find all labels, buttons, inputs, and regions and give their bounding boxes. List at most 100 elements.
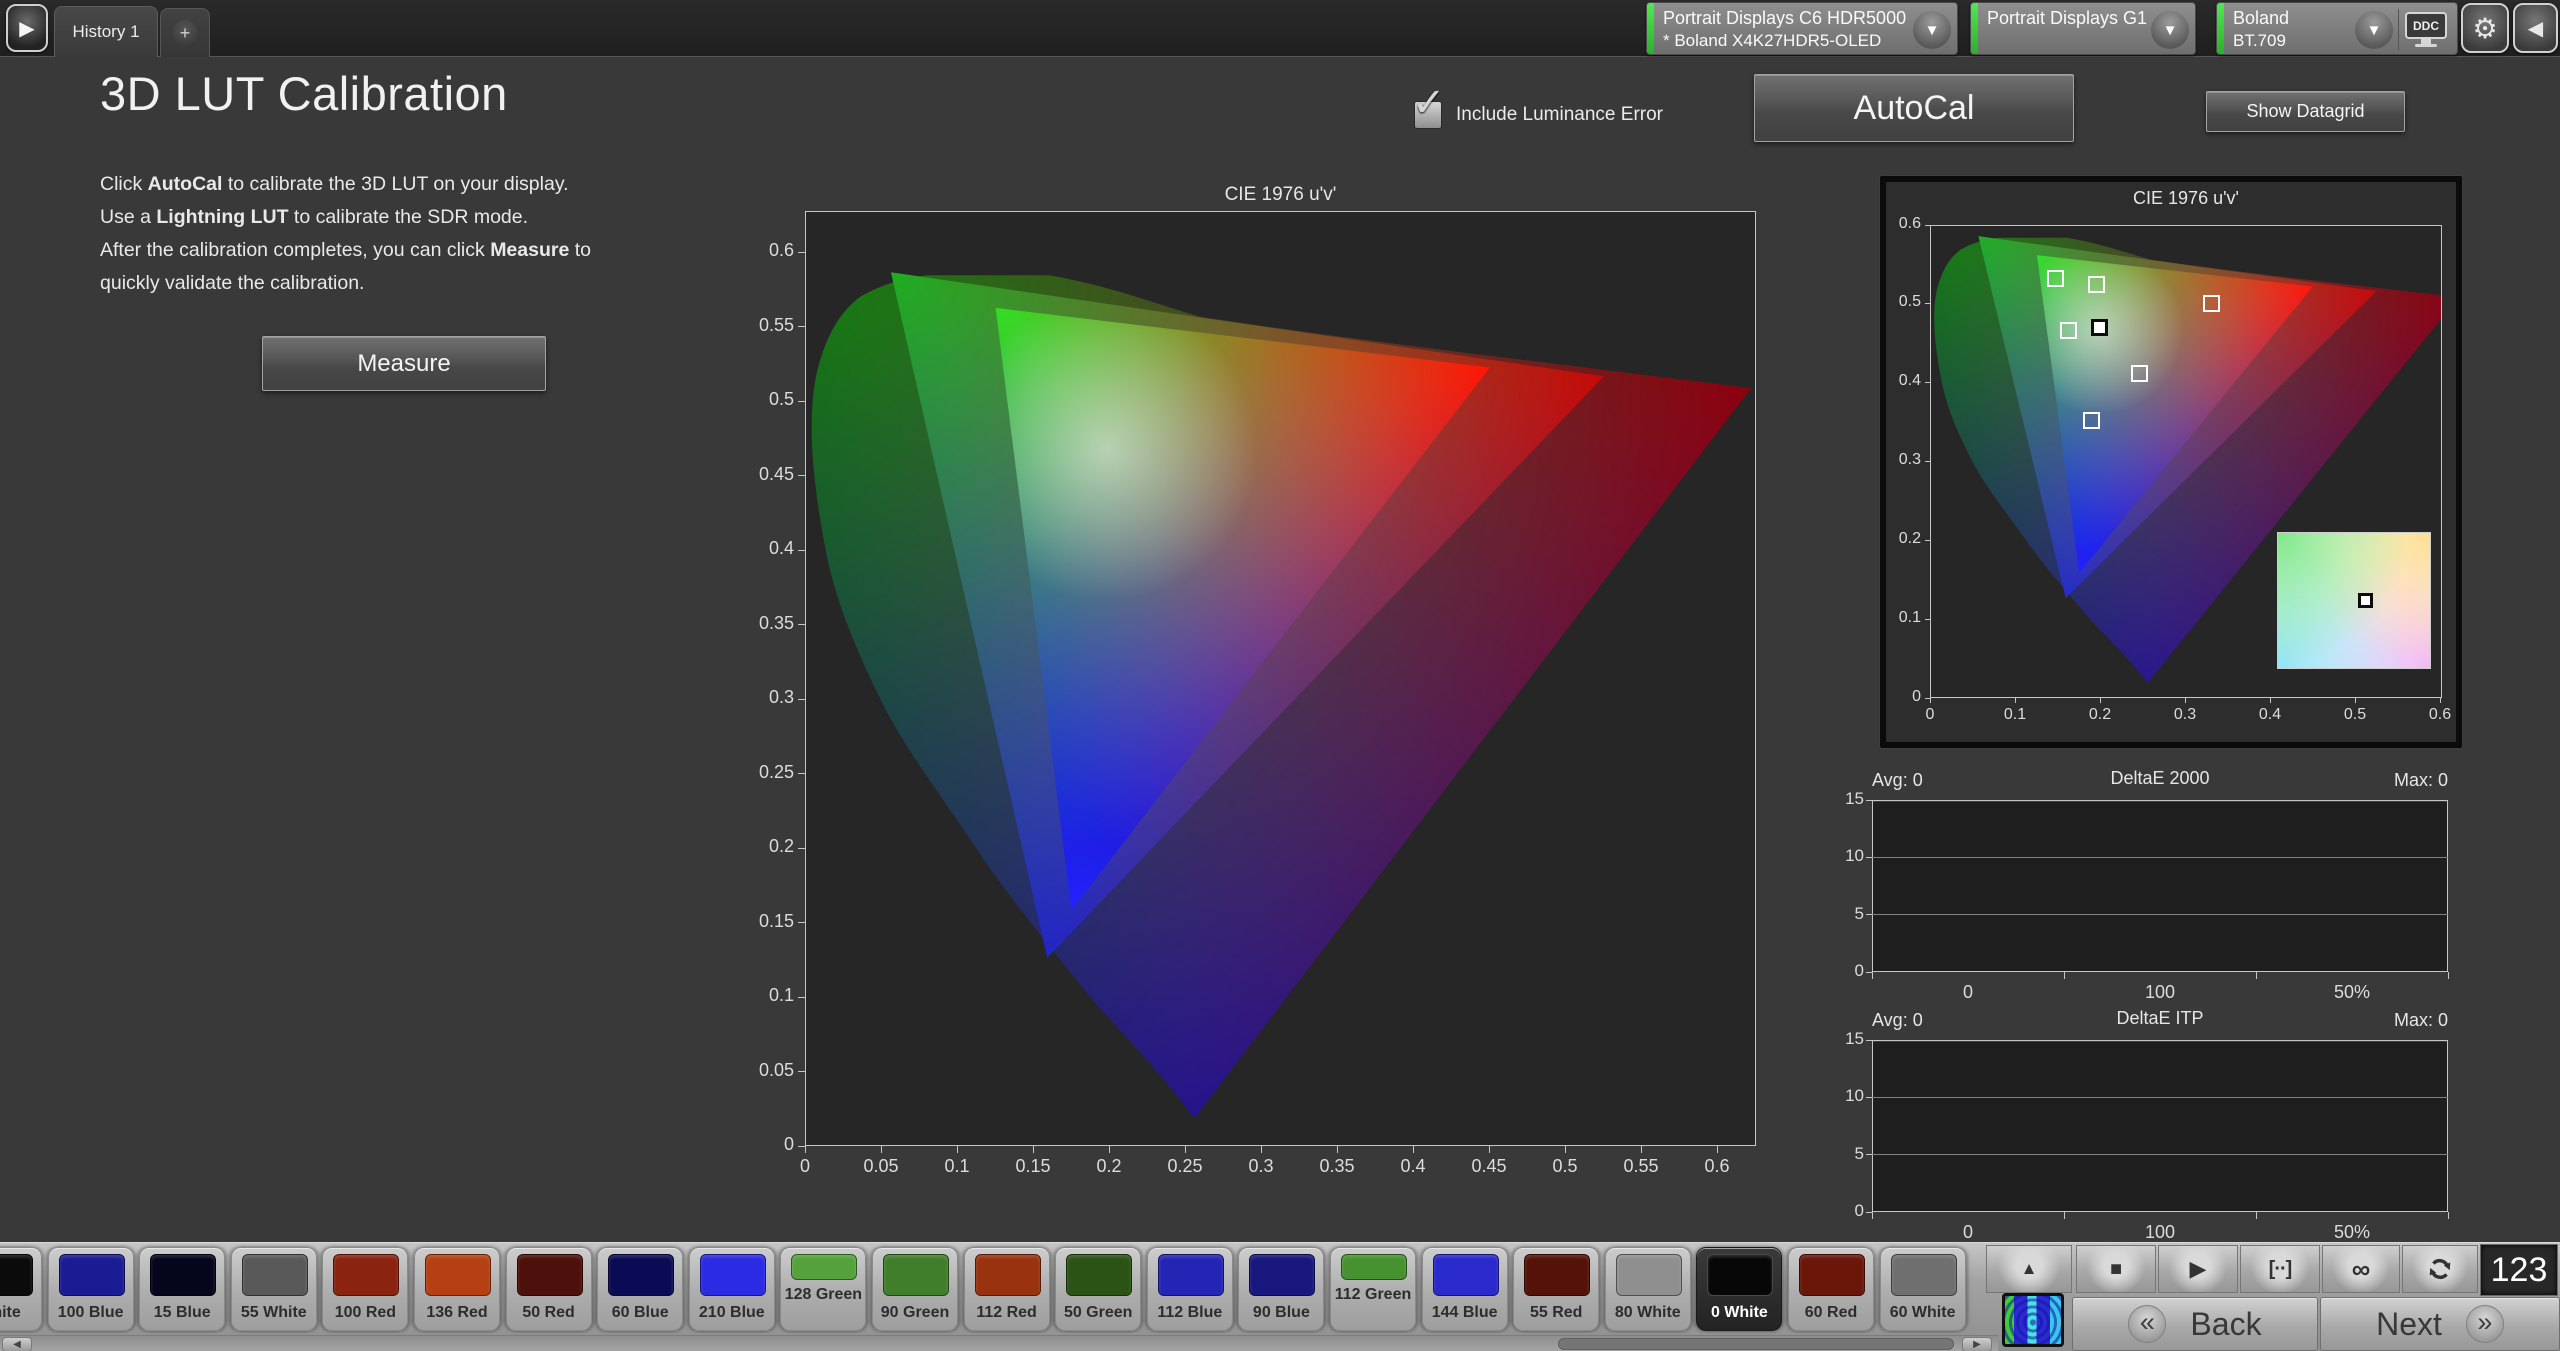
x-tick bbox=[2064, 972, 2065, 979]
color-swatch bbox=[59, 1254, 125, 1296]
color-swatch bbox=[242, 1254, 308, 1296]
y-tick-label: 0.5 bbox=[1859, 293, 1921, 311]
display-target-dropdown[interactable]: Boland BT.709 ▼ DDC bbox=[2216, 2, 2458, 55]
gridline bbox=[1872, 914, 2448, 915]
scroll-right-button[interactable]: ▶ bbox=[1962, 1337, 1992, 1351]
show-datagrid-button[interactable]: Show Datagrid bbox=[2206, 91, 2405, 132]
ddc-control-button[interactable]: DDC bbox=[2403, 12, 2449, 50]
y-tick bbox=[798, 326, 805, 327]
patch-scrollbar[interactable]: ◀ ▶ bbox=[0, 1335, 1998, 1351]
patch-button-15-blue[interactable]: 15 Blue bbox=[139, 1247, 225, 1331]
patch-button-55-white[interactable]: 55 White bbox=[231, 1247, 317, 1331]
patch-button-60-blue[interactable]: 60 Blue bbox=[597, 1247, 683, 1331]
plus-icon: + bbox=[180, 23, 191, 44]
chevron-up-icon: ▲ bbox=[2021, 1259, 2038, 1279]
x-tick-label: 50% bbox=[2312, 982, 2392, 1003]
y-tick bbox=[798, 624, 805, 625]
patch-button-112-blue[interactable]: 112 Blue bbox=[1147, 1247, 1233, 1331]
expand-pattern-button[interactable]: ▲ bbox=[1986, 1245, 2072, 1293]
gridline bbox=[1872, 857, 2448, 858]
x-tick bbox=[1872, 1212, 1873, 1219]
x-tick-label: 100 bbox=[2120, 1222, 2200, 1243]
x-tick bbox=[805, 1146, 806, 1153]
patch-button-80-white[interactable]: 80 White bbox=[1605, 1247, 1691, 1331]
y-tick-label: 0.2 bbox=[1859, 530, 1921, 548]
continuous-mode-button[interactable]: ∞ bbox=[2322, 1245, 2400, 1293]
chevron-left-icon: ◀ bbox=[2528, 16, 2543, 41]
deltaeitp-chart bbox=[1872, 1040, 2448, 1212]
pattern-window-thumbnail[interactable] bbox=[2002, 1293, 2064, 1347]
settings-button[interactable]: ⚙ bbox=[2461, 3, 2509, 53]
measure-button[interactable]: Measure bbox=[262, 336, 546, 391]
tab-history-1[interactable]: History 1 bbox=[54, 6, 158, 57]
patch-label: 100 Blue bbox=[49, 1304, 133, 1321]
chevron-down-icon: ▼ bbox=[2151, 11, 2189, 49]
color-swatch bbox=[1158, 1254, 1224, 1296]
y-tick bbox=[1866, 857, 1872, 858]
patch-label: 136 Red bbox=[415, 1304, 499, 1321]
patch-button-white[interactable]: White bbox=[0, 1247, 42, 1331]
scroll-left-button[interactable]: ◀ bbox=[2, 1337, 32, 1351]
chevron-down-icon: ▼ bbox=[1913, 11, 1951, 49]
y-tick bbox=[798, 922, 805, 923]
color-swatch bbox=[425, 1254, 491, 1296]
patch-label: 60 Blue bbox=[598, 1304, 682, 1321]
color-swatch bbox=[1707, 1254, 1773, 1296]
patch-button-60-red[interactable]: 60 Red bbox=[1788, 1247, 1874, 1331]
patch-button-136-red[interactable]: 136 Red bbox=[414, 1247, 500, 1331]
x-tick bbox=[1717, 1146, 1718, 1153]
x-tick-label: 0.55 bbox=[1611, 1156, 1671, 1177]
patch-button-60-white[interactable]: 60 White bbox=[1880, 1247, 1966, 1331]
top-bar: ▶ History 1 + Portrait Displays C6 HDR50… bbox=[0, 0, 2560, 57]
patch-button-144-blue[interactable]: 144 Blue bbox=[1422, 1247, 1508, 1331]
measured-point bbox=[2047, 270, 2064, 287]
x-tick-label: 0.45 bbox=[1459, 1156, 1519, 1177]
x-tick-label: 0.15 bbox=[1003, 1156, 1063, 1177]
patch-label: 90 Green bbox=[873, 1304, 957, 1321]
refresh-button[interactable] bbox=[2402, 1245, 2478, 1293]
y-tick bbox=[1925, 540, 1930, 541]
y-tick-label: 0.45 bbox=[732, 464, 794, 485]
patch-button-0-white[interactable]: 0 White bbox=[1696, 1247, 1782, 1331]
x-tick-label: 0.4 bbox=[1383, 1156, 1443, 1177]
scrollbar-thumb[interactable] bbox=[1558, 1338, 1954, 1350]
patch-button-90-green[interactable]: 90 Green bbox=[872, 1247, 958, 1331]
color-swatch bbox=[150, 1254, 216, 1296]
y-tick-label: 0.15 bbox=[732, 911, 794, 932]
stop-button[interactable]: ■ bbox=[2076, 1245, 2156, 1293]
patch-button-50-green[interactable]: 50 Green bbox=[1055, 1247, 1141, 1331]
gridline bbox=[1872, 1154, 2448, 1155]
play-button[interactable]: ▶ bbox=[2158, 1245, 2238, 1293]
gear-icon: ⚙ bbox=[2472, 12, 2497, 45]
patch-button-55-red[interactable]: 55 Red bbox=[1513, 1247, 1599, 1331]
run-session-button[interactable]: ▶ bbox=[6, 4, 48, 52]
patch-button-210-blue[interactable]: 210 Blue bbox=[689, 1247, 775, 1331]
y-tick bbox=[798, 401, 805, 402]
pattern-source-dropdown[interactable]: Portrait Displays G1 ▼ bbox=[1970, 2, 2196, 55]
patch-button-112-red[interactable]: 112 Red bbox=[964, 1247, 1050, 1331]
y-tick bbox=[798, 475, 805, 476]
y-tick bbox=[798, 1071, 805, 1072]
patch-label: 128 Green bbox=[781, 1286, 865, 1303]
patch-button-100-blue[interactable]: 100 Blue bbox=[48, 1247, 134, 1331]
y-tick-label: 0.3 bbox=[1859, 451, 1921, 469]
frame-marker-button[interactable]: [··] bbox=[2240, 1245, 2320, 1293]
x-tick-label: 0.2 bbox=[2070, 706, 2130, 724]
meter-dropdown[interactable]: Portrait Displays C6 HDR5000 * Boland X4… bbox=[1646, 2, 1958, 55]
y-tick bbox=[1925, 698, 1930, 699]
instructions-text: Click AutoCal to calibrate the 3D LUT on… bbox=[100, 168, 700, 300]
add-tab-button[interactable]: + bbox=[160, 8, 210, 57]
x-tick bbox=[2440, 698, 2441, 703]
patch-button-50-red[interactable]: 50 Red bbox=[506, 1247, 592, 1331]
back-button[interactable]: « Back bbox=[2072, 1297, 2318, 1351]
autocal-button[interactable]: AutoCal bbox=[1754, 74, 2074, 142]
patch-button-128-green[interactable]: 128 Green bbox=[780, 1247, 866, 1331]
next-button[interactable]: Next » bbox=[2320, 1297, 2560, 1351]
patch-button-100-red[interactable]: 100 Red bbox=[322, 1247, 408, 1331]
x-tick-label: 0.3 bbox=[2155, 706, 2215, 724]
patch-button-112-green[interactable]: 112 Green bbox=[1330, 1247, 1416, 1331]
y-tick-label: 0.6 bbox=[1859, 215, 1921, 233]
bottom-bar: White 100 Blue 15 Blue55 White100 Red 136 R… bbox=[0, 1242, 2560, 1351]
collapse-panel-button[interactable]: ◀ bbox=[2513, 3, 2558, 53]
patch-button-90-blue[interactable]: 90 Blue bbox=[1238, 1247, 1324, 1331]
